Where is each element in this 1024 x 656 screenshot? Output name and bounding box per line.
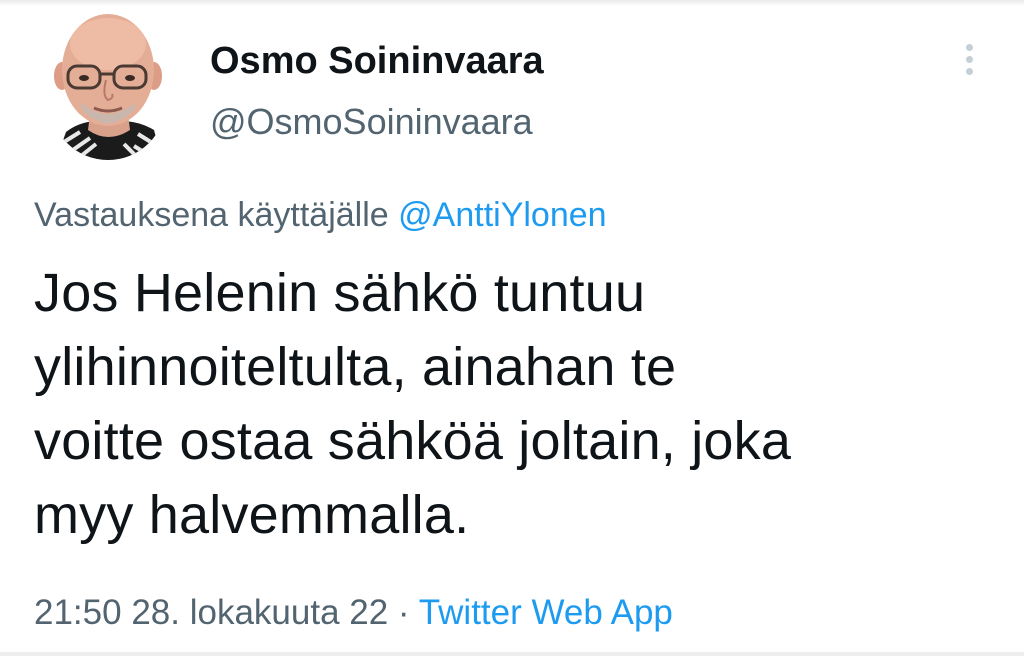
author-handle[interactable]: @OsmoSoininvaara (210, 100, 533, 144)
tweet-text-line: voitte ostaa sähköä joltain, joka (34, 411, 792, 471)
top-edge-divider (0, 0, 1024, 6)
author-display-name[interactable]: Osmo Soininvaara (210, 38, 544, 84)
tweet-date: 28. lokakuuta 22 (131, 593, 389, 632)
meta-separator: · (388, 593, 419, 632)
reply-mention-link[interactable]: @AnttiYlonen (398, 196, 606, 234)
more-vertical-icon-dot (966, 56, 973, 63)
more-vertical-icon (966, 44, 973, 51)
author-avatar[interactable] (50, 14, 166, 160)
more-options-button[interactable] (952, 38, 988, 82)
tweet-time: 21:50 (34, 593, 122, 632)
more-vertical-icon-dot (966, 68, 973, 75)
tweet-source-link[interactable]: Twitter Web App (419, 593, 673, 632)
bottom-edge-divider (0, 652, 1024, 656)
tweet-text-line: myy halvemmalla. (34, 485, 470, 545)
tweet-timestamp[interactable]: 21:50 28. lokakuuta 22 (34, 593, 388, 632)
reply-prefix: Vastauksena käyttäjälle (34, 196, 399, 234)
avatar-photo (54, 14, 162, 160)
tweet-meta: 21:50 28. lokakuuta 22 · Twitter Web App (34, 590, 673, 636)
tweet-text-line: ylihinnoiteltulta, ainahan te (34, 337, 677, 397)
tweet-card: Osmo Soininvaara @OsmoSoininvaara Vastau… (0, 0, 1024, 656)
tweet-text: Jos Helenin sähkö tuntuu ylihinnoiteltul… (34, 256, 994, 552)
reply-context: Vastauksena käyttäjälle @AnttiYlonen (34, 192, 607, 238)
tweet-text-line: Jos Helenin sähkö tuntuu (34, 263, 646, 323)
